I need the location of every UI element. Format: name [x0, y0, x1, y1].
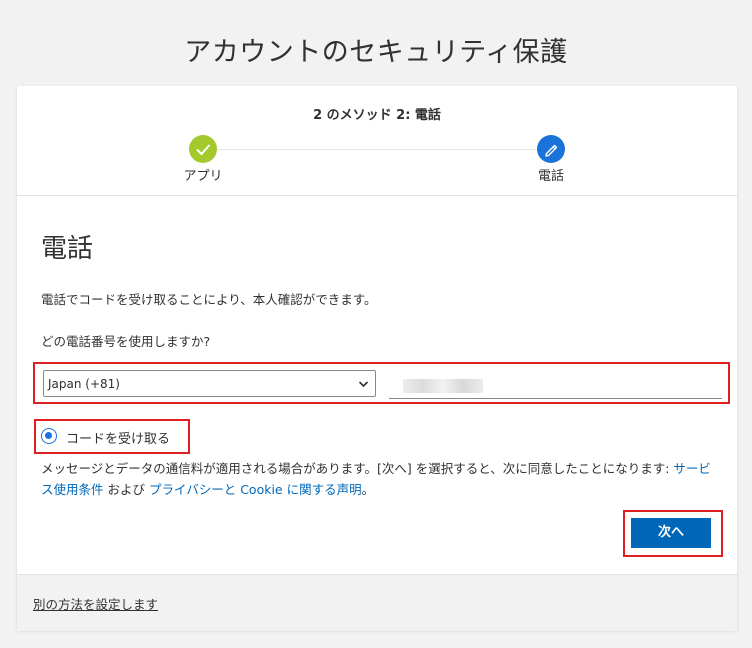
- checkmark-icon: [196, 144, 211, 156]
- terms-text-3: 。: [361, 482, 375, 497]
- step-caption: 2 のメソッド 2: 電話: [313, 108, 441, 123]
- privacy-link[interactable]: プライバシーと Cookie に関する声明: [149, 482, 362, 497]
- radio-selected-dot: [45, 432, 52, 439]
- step-phone-status: [537, 135, 565, 163]
- next-highlight: 次へ: [623, 510, 723, 557]
- terms-text-2: および: [103, 482, 149, 497]
- country-code-select[interactable]: Japan (+81): [43, 370, 376, 397]
- redacted-number: [403, 379, 483, 393]
- receive-code-option[interactable]: コードを受け取る: [34, 419, 190, 454]
- card-footer: 別の方法を設定します: [17, 574, 737, 631]
- section-description: 電話でコードを受け取ることにより、本人確認ができます。: [41, 292, 377, 307]
- terms-text-1: メッセージとデータの通信料が適用される場合があります。[次へ] を選択すると、次…: [41, 461, 674, 476]
- chevron-down-icon: [358, 371, 369, 408]
- page-title: アカウントのセキュリティ保護: [184, 37, 568, 68]
- step-app-status: [189, 135, 217, 163]
- progress-header: 2 のメソッド 2: 電話 アプリ 電話: [17, 86, 737, 196]
- step-phone-label: 電話: [537, 169, 564, 184]
- progress-track: [217, 149, 537, 150]
- phone-entry-group: Japan (+81): [33, 362, 730, 404]
- country-code-value: Japan (+81): [48, 377, 120, 391]
- step-app-label: アプリ: [183, 169, 223, 184]
- pencil-icon: [545, 144, 558, 157]
- next-button[interactable]: 次へ: [631, 518, 711, 548]
- radio-button[interactable]: [41, 428, 57, 444]
- phone-question: どの電話番号を使用しますか?: [41, 334, 211, 349]
- phone-number-input[interactable]: [389, 370, 722, 399]
- section-title: 電話: [41, 234, 94, 264]
- alternate-method-link[interactable]: 別の方法を設定します: [33, 594, 158, 613]
- setup-card: 2 のメソッド 2: 電話 アプリ 電話 電話 電話でコードを受け取ることにより…: [17, 86, 737, 631]
- radio-label: コードを受け取る: [66, 432, 171, 447]
- terms-notice: メッセージとデータの通信料が適用される場合があります。[次へ] を選択すると、次…: [41, 458, 716, 500]
